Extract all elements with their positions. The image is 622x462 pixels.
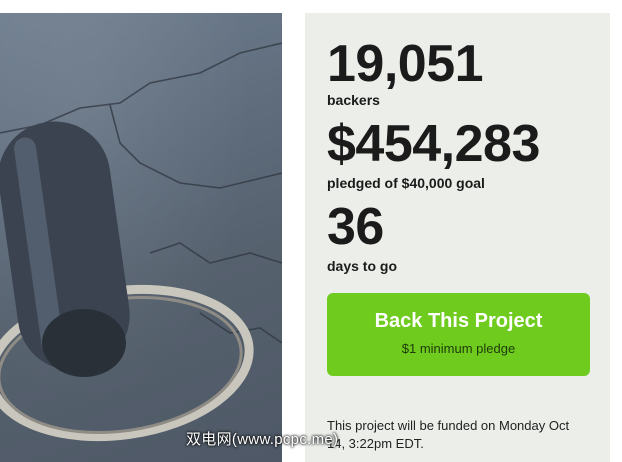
days-count: 36: [327, 198, 384, 256]
funding-date-note: This project will be funded on Monday Oc…: [327, 418, 570, 451]
backers-label: backers: [327, 92, 380, 108]
project-image: [0, 13, 282, 462]
back-button-title: Back This Project: [374, 310, 543, 332]
keychain-illustration: [0, 42, 282, 442]
site-watermark: 双电网(www.pcpc.me): [186, 431, 339, 448]
backers-count: 19,051: [327, 35, 484, 93]
funding-stats-panel: 19,051 backers $454,283 pledged of $40,0…: [305, 13, 610, 462]
pledged-label: pledged of $40,000 goal: [327, 175, 485, 191]
pledged-amount: $454,283: [327, 115, 540, 173]
back-this-project-button[interactable]: Back This Project $1 minimum pledge: [327, 293, 590, 376]
minimum-pledge-text: $1 minimum pledge: [401, 341, 516, 356]
days-label: days to go: [327, 258, 398, 274]
